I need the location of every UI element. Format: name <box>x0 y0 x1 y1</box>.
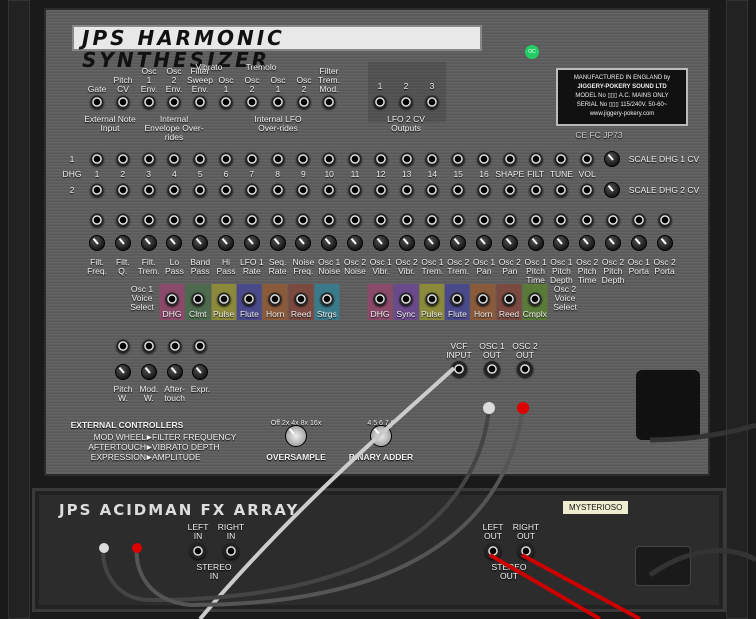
cable-white <box>198 366 456 619</box>
cable-plug-red <box>132 543 142 553</box>
power-cable-fx <box>648 548 756 578</box>
power-cable-synth <box>649 422 756 443</box>
cable-plug-white <box>483 402 495 414</box>
cable-gray-left <box>101 407 491 603</box>
cables-layer <box>99 366 756 619</box>
cable-plug-red <box>517 402 529 414</box>
cable-plug-white <box>99 543 109 553</box>
